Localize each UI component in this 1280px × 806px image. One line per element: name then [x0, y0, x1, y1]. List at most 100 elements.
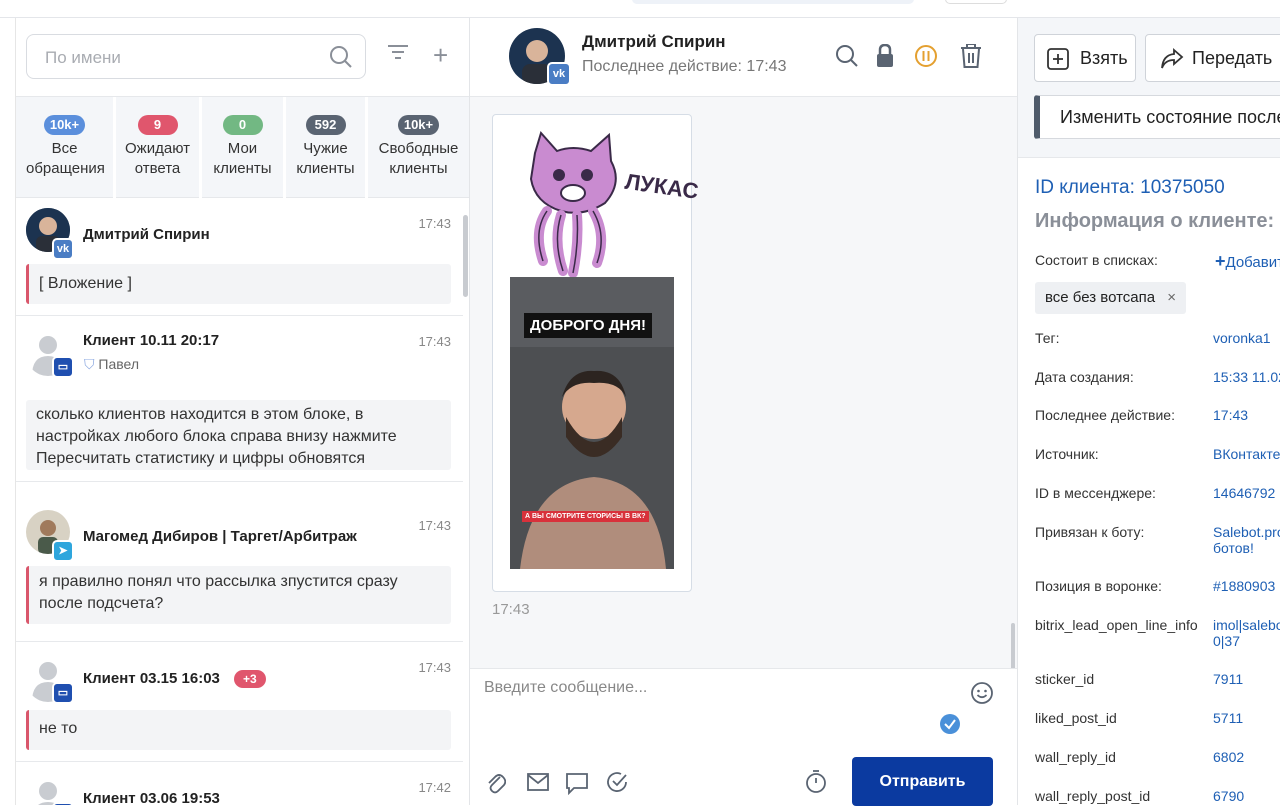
- dialog-item[interactable]: ▭ Клиент 03.06 19:53 17:42: [16, 762, 463, 805]
- shield-icon: ⛉: [84, 356, 95, 372]
- dialog-time: 17:43: [418, 660, 451, 675]
- search-icon[interactable]: [835, 44, 859, 73]
- telegram-icon: ➤: [52, 540, 74, 562]
- add-list-label: Добавить: [1225, 254, 1280, 271]
- emoji-icon[interactable]: [970, 681, 994, 710]
- check-circle-icon[interactable]: [606, 771, 628, 798]
- pause-icon[interactable]: [914, 44, 938, 73]
- field-value[interactable]: voronka1: [1213, 330, 1271, 346]
- plus-square-icon: [1047, 48, 1069, 75]
- field-key: sticker_id: [1035, 671, 1095, 687]
- plus-icon: +: [1215, 251, 1226, 271]
- take-button[interactable]: Взять: [1034, 34, 1136, 82]
- list-scrollbar[interactable]: [463, 215, 468, 297]
- comment-icon[interactable]: [566, 773, 588, 800]
- field-value[interactable]: 15:33 11.02: [1213, 369, 1280, 385]
- chat-icon: ▭: [52, 682, 74, 704]
- field-key: bitrix_lead_open_line_info: [1035, 617, 1198, 633]
- field-value[interactable]: 14646792: [1213, 485, 1275, 501]
- field-key: wall_reply_id: [1035, 749, 1116, 765]
- story-video[interactable]: ДОБРОГО ДНЯ! А ВЫ СМОТРИТЕ СТОРИСЫ В ВК?: [510, 277, 674, 569]
- search-input[interactable]: По имени: [26, 34, 366, 79]
- tab-label: Свободные клиенты: [378, 140, 459, 177]
- operator-name: Павел: [98, 356, 140, 372]
- filter-icon[interactable]: [386, 43, 410, 68]
- tab-label: Чужие клиенты: [296, 140, 355, 177]
- avatar: [26, 778, 70, 805]
- tab-mine[interactable]: 0 Мои клиенты: [202, 97, 286, 199]
- client-id: ID клиента: 10375050: [1035, 177, 1225, 198]
- field-key: wall_reply_post_id: [1035, 788, 1151, 804]
- transfer-button[interactable]: Передать: [1145, 34, 1280, 82]
- sticker-text: ЛУКАС: [623, 168, 700, 204]
- dialog-list: vk Дмитрий Спирин 17:43 [ Вложение ] ▭ К…: [16, 198, 463, 805]
- field-value[interactable]: ВКонтакте: [1213, 446, 1280, 462]
- tab-count: 10k+: [397, 115, 440, 135]
- message-time: 17:43: [492, 601, 530, 618]
- tab-waiting[interactable]: 9 Ожидают ответа: [116, 97, 202, 199]
- mail-icon[interactable]: [527, 773, 549, 796]
- field-value-cont[interactable]: ботов!: [1213, 540, 1254, 556]
- composer-input[interactable]: Введите сообщение...: [484, 679, 647, 697]
- change-state-button[interactable]: Изменить состояние после: [1034, 95, 1280, 139]
- dialog-item[interactable]: ▭ Клиент 10.11 20:17 ⛉ Павел 17:43 сколь…: [16, 316, 463, 482]
- chat-client-name: Дмитрий Спирин: [582, 32, 726, 51]
- add-dialog-icon[interactable]: +: [433, 40, 448, 71]
- attach-icon[interactable]: [486, 771, 507, 800]
- send-button[interactable]: Отправить: [852, 757, 993, 806]
- close-icon[interactable]: ×: [1167, 289, 1176, 306]
- dialog-time: 17:43: [418, 216, 451, 231]
- field-value[interactable]: 7911: [1213, 671, 1243, 687]
- trash-icon[interactable]: [960, 43, 982, 73]
- dialogs-panel: По имени + 10k+ Все обращения 9 Ожидают …: [0, 18, 470, 805]
- add-list-link[interactable]: +Добавить: [1215, 251, 1280, 272]
- video-caption-top: ДОБРОГО ДНЯ!: [524, 313, 653, 338]
- chat-scrollbar[interactable]: [1011, 623, 1015, 671]
- dialog-preview: я правилно понял что рассылка зпустится …: [26, 566, 451, 624]
- tab-all[interactable]: 10k+ Все обращения: [16, 97, 116, 199]
- field-value[interactable]: 6790: [1213, 788, 1244, 804]
- field-value[interactable]: 17:43: [1213, 407, 1248, 423]
- dialog-name: Магомед Дибиров | Таргет/Арбитраж: [83, 528, 357, 545]
- client-info-panel: Взять Передать Изменить состояние после …: [1017, 18, 1280, 805]
- tab-count: 592: [305, 115, 346, 135]
- client-actions: Взять Передать Изменить состояние после: [1018, 18, 1280, 158]
- message-attachment[interactable]: ЛУКАС ДОБРОГО ДНЯ! А ВЫ СМОТРИТЕ СТОРИСЫ…: [492, 114, 700, 592]
- sticker-image: ЛУКАС: [513, 130, 700, 281]
- tab-count: 0: [222, 115, 263, 135]
- field-value[interactable]: 6802: [1213, 749, 1244, 765]
- dialog-item[interactable]: ➤ Магомед Дибиров | Таргет/Арбитраж 17:4…: [16, 500, 463, 642]
- field-value-cont[interactable]: 0|37: [1213, 633, 1240, 649]
- top-search-pill[interactable]: [632, 0, 914, 4]
- tab-free[interactable]: 10k+ Свободные клиенты: [368, 97, 469, 199]
- field-value[interactable]: #1880903: [1213, 578, 1275, 594]
- chat-panel: vk Дмитрий Спирин Последнее действие: 17…: [470, 18, 1017, 806]
- unread-badge: +3: [234, 670, 266, 688]
- dialog-preview: сколько клиентов находится в этом блоке,…: [26, 400, 451, 470]
- take-label: Взять: [1080, 48, 1128, 68]
- timer-icon[interactable]: [805, 769, 827, 798]
- dialog-time: 17:43: [418, 518, 451, 533]
- field-key: liked_post_id: [1035, 710, 1117, 726]
- top-button[interactable]: [945, 0, 1007, 4]
- checkmark-badge-icon[interactable]: [939, 713, 961, 740]
- field-key: ID в мессенджере:: [1035, 485, 1156, 501]
- lists-label: Состоит в списках:: [1035, 252, 1158, 268]
- lock-icon[interactable]: [875, 43, 895, 73]
- search-icon[interactable]: [329, 45, 353, 74]
- video-caption-bottom: А ВЫ СМОТРИТЕ СТОРИСЫ В ВК?: [522, 511, 649, 522]
- field-value[interactable]: Salebot.pro: [1213, 524, 1280, 540]
- field-key: Дата создания:: [1035, 369, 1134, 385]
- field-value[interactable]: 5711: [1213, 710, 1243, 726]
- share-icon: [1160, 48, 1184, 75]
- chat-header: vk Дмитрий Спирин Последнее действие: 17…: [470, 18, 1017, 97]
- field-key: Источник:: [1035, 446, 1099, 462]
- dialog-time: 17:42: [418, 780, 451, 795]
- tab-others[interactable]: 592 Чужие клиенты: [286, 97, 368, 199]
- message-composer[interactable]: Введите сообщение... Отправить: [470, 668, 1017, 806]
- list-tag-label: все без вотсапа: [1045, 289, 1156, 306]
- dialog-item[interactable]: ▭ Клиент 03.15 16:03 +3 17:43 не то: [16, 642, 463, 762]
- field-key: Привязан к боту:: [1035, 524, 1145, 540]
- field-value[interactable]: imol|salebot: [1213, 617, 1280, 633]
- dialog-item[interactable]: vk Дмитрий Спирин 17:43 [ Вложение ]: [16, 198, 463, 316]
